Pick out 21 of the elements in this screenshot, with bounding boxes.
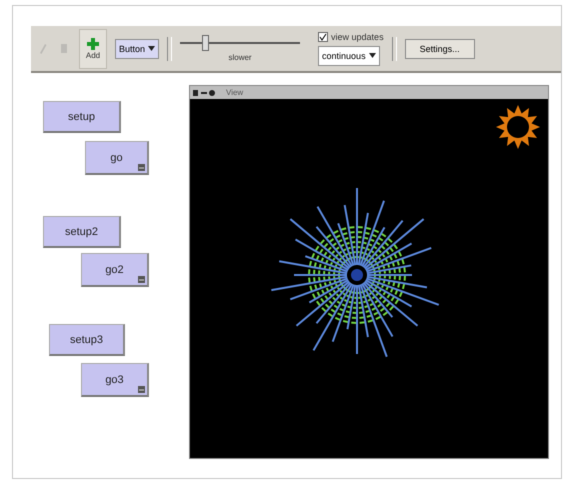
- model-button[interactable]: setup: [43, 101, 121, 133]
- slider-label: slower: [228, 53, 252, 62]
- add-button[interactable]: Add: [79, 28, 107, 68]
- view-updates-checkbox[interactable]: [318, 32, 328, 42]
- plus-icon: [86, 37, 100, 51]
- settings-button[interactable]: Settings...: [404, 38, 475, 58]
- view-controls-icon[interactable]: [193, 88, 215, 96]
- model-button[interactable]: go: [85, 141, 149, 175]
- speed-slider[interactable]: [180, 35, 300, 51]
- slider-thumb[interactable]: [202, 35, 210, 51]
- update-mode-dropdown[interactable]: continuous: [318, 46, 380, 66]
- model-button[interactable]: go3: [81, 363, 149, 397]
- star-turtle-drawing: [496, 105, 540, 149]
- model-button[interactable]: setup3: [49, 324, 125, 356]
- view-title: View: [226, 88, 244, 97]
- model-button[interactable]: go2: [81, 253, 149, 287]
- caret-icon: [148, 46, 156, 51]
- checkbox-label: view updates: [331, 32, 384, 42]
- model-button[interactable]: setup2: [43, 216, 121, 248]
- widget-type-dropdown[interactable]: Button: [115, 38, 160, 58]
- caret-icon: [368, 53, 376, 58]
